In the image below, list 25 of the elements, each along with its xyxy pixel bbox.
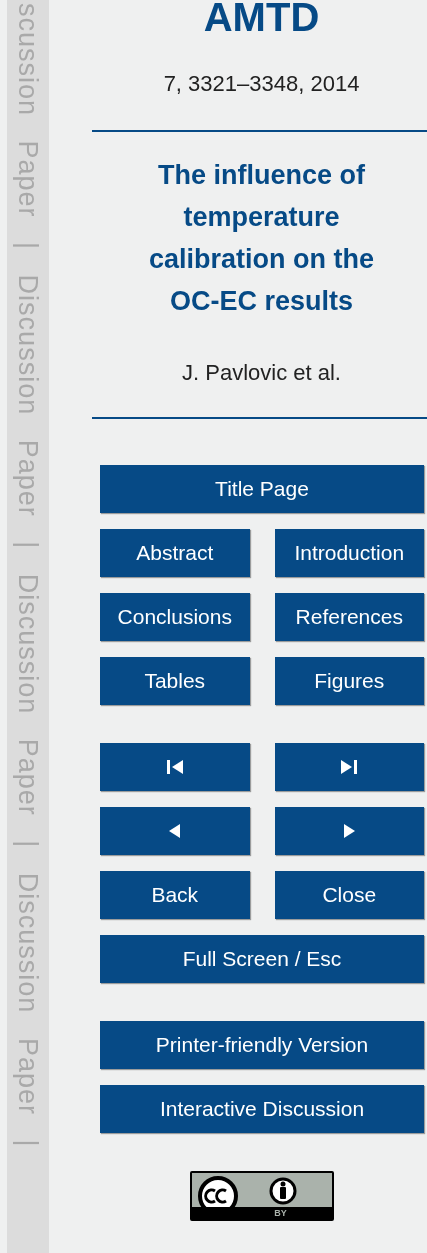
nav-button[interactable]: Figures — [274, 657, 424, 705]
paper-title: The influence of temperature calibration on the OC-EC results — [148, 159, 375, 318]
previous-icon — [169, 824, 181, 838]
citation: 7, 3321–3348, 2014 — [163, 70, 360, 98]
license-label: BY — [274, 1207, 287, 1219]
nav-button[interactable]: References — [274, 593, 424, 641]
nav-button[interactable]: Interactive Discussion — [100, 1085, 424, 1133]
nav-button[interactable]: Conclusions — [100, 593, 250, 641]
journal-name: AMTD — [203, 0, 320, 37]
nav-button[interactable]: Full Screen / Esc — [100, 935, 424, 983]
nav-button[interactable]: Abstract — [100, 529, 250, 577]
first-page-button[interactable] — [100, 743, 250, 791]
nav-button[interactable]: Tables — [100, 657, 250, 705]
nav-button[interactable]: Close — [274, 871, 424, 919]
next-button[interactable] — [274, 807, 424, 855]
last-page-icon — [341, 760, 358, 774]
last-page-button[interactable] — [274, 743, 424, 791]
nav-button[interactable]: Back — [100, 871, 250, 919]
nav-button[interactable]: Introduction — [274, 529, 424, 577]
next-icon — [343, 824, 355, 838]
nav-button[interactable]: Title Page — [100, 465, 424, 513]
authors: J. Pavlovic et al. — [182, 359, 341, 387]
first-page-icon — [166, 760, 183, 774]
previous-button[interactable] — [100, 807, 250, 855]
nav-button[interactable]: Printer-friendly Version — [100, 1021, 424, 1069]
